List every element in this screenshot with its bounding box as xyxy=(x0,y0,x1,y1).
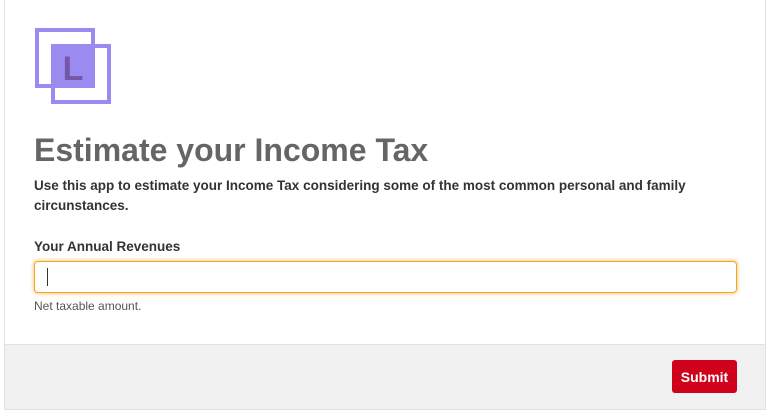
logo-letter: L xyxy=(63,50,84,88)
logo-icon: L xyxy=(35,28,111,104)
submit-button[interactable]: Submit xyxy=(672,360,737,393)
page: L Estimate your Income Tax Use this app … xyxy=(0,0,768,412)
app-card: L Estimate your Income Tax Use this app … xyxy=(4,0,766,410)
revenues-input[interactable] xyxy=(34,261,737,293)
card-footer: Submit xyxy=(5,344,765,409)
revenues-label: Your Annual Revenues xyxy=(34,239,181,254)
page-title: Estimate your Income Tax xyxy=(34,132,429,168)
text-caret xyxy=(47,268,48,286)
page-description: Use this app to estimate your Income Tax… xyxy=(34,178,686,213)
revenues-help-text: Net taxable amount. xyxy=(34,299,142,313)
